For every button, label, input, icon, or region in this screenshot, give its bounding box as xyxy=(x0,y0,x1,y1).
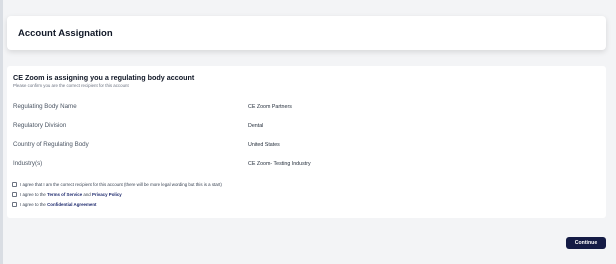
privacy-policy-link[interactable]: Privacy Policy xyxy=(92,192,122,197)
agree-confidential-row: I agree to the Confidential Agreement xyxy=(12,202,96,207)
agree-terms-row: I agree to the Terms of Service and Priv… xyxy=(12,192,122,197)
page-title: Account Assignation xyxy=(18,27,113,39)
agree-recipient-text: I agree that I am the correct recipient … xyxy=(20,182,222,187)
continue-button[interactable]: Continue xyxy=(566,237,606,249)
confidential-agreement-link[interactable]: Confidential Agreement xyxy=(47,202,96,207)
agree-terms-middle: and xyxy=(82,192,92,197)
agree-confidential-prefix: I agree to the xyxy=(20,202,48,207)
left-edge-divider xyxy=(0,0,3,264)
agree-recipient-checkbox[interactable] xyxy=(12,182,17,187)
regulating-body-name-value: CE Zoom Partners xyxy=(248,104,292,110)
regulating-body-name-label: Regulating Body Name xyxy=(13,103,77,110)
agree-recipient-row: I agree that I am the correct recipient … xyxy=(12,182,222,187)
industry-value: CE Zoom- Testing Industry xyxy=(248,161,311,167)
country-value: United States xyxy=(248,142,280,148)
agree-terms-checkbox[interactable] xyxy=(12,192,17,197)
country-label: Country of Regulating Body xyxy=(13,141,89,148)
regulatory-division-label: Regulatory Division xyxy=(13,122,67,129)
regulatory-division-value: Dental xyxy=(248,123,264,129)
terms-of-service-link[interactable]: Terms of Service xyxy=(47,192,82,197)
agree-confidential-checkbox[interactable] xyxy=(12,202,17,207)
assignment-card: CE Zoom is assigning you a regulating bo… xyxy=(7,66,606,218)
page-header: Account Assignation xyxy=(7,16,606,50)
assignment-title: CE Zoom is assigning you a regulating bo… xyxy=(13,73,195,82)
industry-label: Industry(s) xyxy=(13,160,43,167)
assignment-subtitle: Please confirm you are the correct recip… xyxy=(13,83,129,88)
agree-terms-prefix: I agree to the xyxy=(20,192,48,197)
